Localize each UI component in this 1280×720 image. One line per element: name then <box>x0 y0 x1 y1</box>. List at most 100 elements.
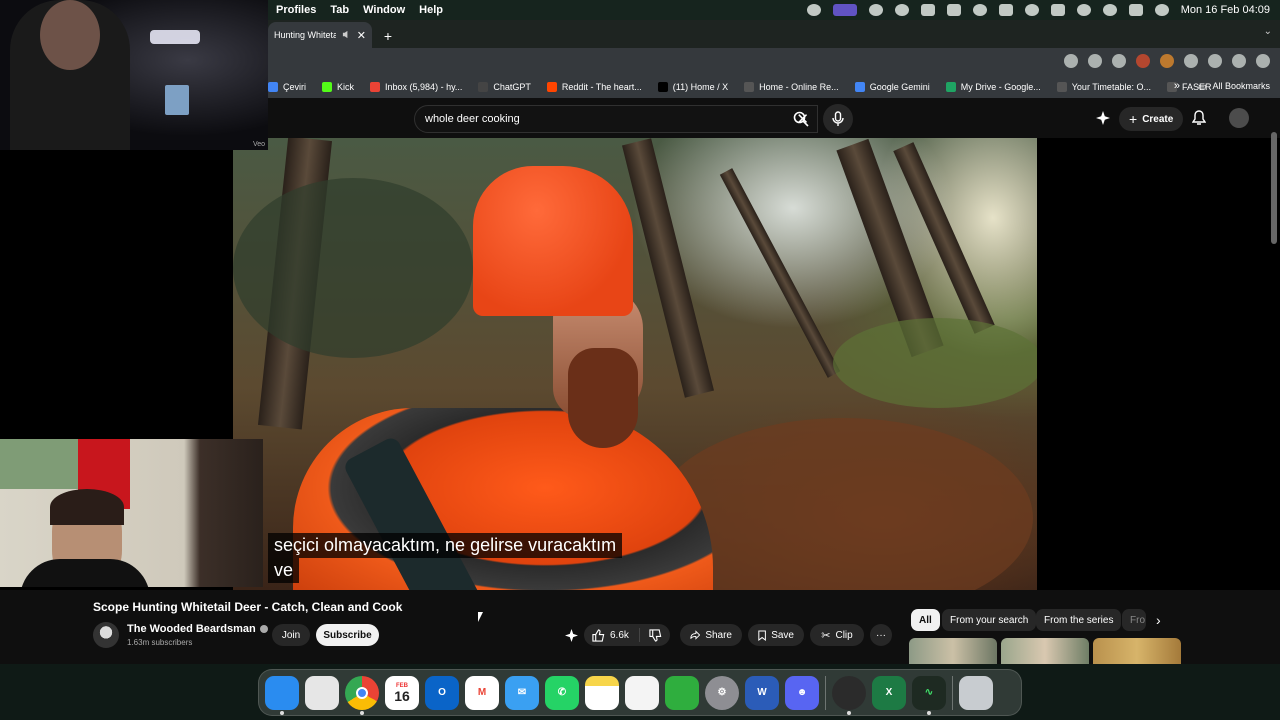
dock-excel-icon[interactable]: X <box>872 675 906 710</box>
tab-search-icon[interactable]: ⌄ <box>1264 26 1272 37</box>
menu-help[interactable]: Help <box>419 4 443 16</box>
ai-sparkle-icon[interactable] <box>1096 111 1110 130</box>
extension-icon[interactable] <box>1112 54 1126 68</box>
account-avatar[interactable] <box>1229 108 1249 128</box>
dock-finder-icon[interactable] <box>265 675 299 715</box>
dock-discord-icon[interactable]: ☻ <box>785 675 819 710</box>
battery-icon[interactable] <box>1050 4 1065 16</box>
join-button[interactable]: Join <box>272 624 310 646</box>
bookmark-star-icon[interactable] <box>1088 54 1102 68</box>
close-tab-icon[interactable]: ✕ <box>357 29 366 42</box>
bookmark-timetable[interactable]: Your Timetable: O... <box>1056 82 1151 92</box>
dock-reminders-icon[interactable] <box>625 675 659 710</box>
dock-launchpad-icon[interactable] <box>305 675 339 710</box>
display-tray-icon[interactable] <box>946 4 961 16</box>
page-scrollbar[interactable] <box>1271 132 1277 244</box>
bookmark-chatgpt[interactable]: ChatGPT <box>478 82 531 92</box>
screen-record-tray-icon[interactable] <box>832 4 857 16</box>
bookmark-kick[interactable]: Kick <box>322 82 354 92</box>
dock-calendar-icon[interactable]: FEB 16 <box>385 675 419 710</box>
extension-red-icon[interactable] <box>1136 54 1150 68</box>
verified-check-icon <box>259 625 268 633</box>
dock-whatsapp-icon[interactable]: ✆ <box>545 675 579 710</box>
all-bookmarks-button[interactable]: ▭ All Bookmarks <box>1198 81 1270 92</box>
webcam-flag-green <box>0 439 78 489</box>
dot-tray-icon[interactable] <box>868 4 883 16</box>
bookmark-online-re[interactable]: Home - Online Re... <box>744 82 839 92</box>
new-tab-button[interactable]: + <box>376 24 400 48</box>
chip-from-channel[interactable]: Fro <box>1122 609 1146 631</box>
dock-trash-icon[interactable] <box>959 675 993 710</box>
dock-word-icon[interactable]: W <box>745 675 779 710</box>
related-video-thumbnail[interactable] <box>909 638 997 664</box>
media-control-icon[interactable] <box>1208 54 1222 68</box>
dock-chrome-icon[interactable] <box>345 675 379 715</box>
dock-obs-icon[interactable] <box>832 675 866 715</box>
notifications-bell-icon[interactable] <box>1191 110 1207 131</box>
chip-from-the-series[interactable]: From the series <box>1036 609 1122 631</box>
subscribe-button[interactable]: Subscribe <box>316 624 379 646</box>
chatgpt-tray-icon[interactable] <box>806 4 821 16</box>
dock-numbers-icon[interactable] <box>665 675 699 710</box>
profile-icon[interactable] <box>1232 54 1246 68</box>
chip-all[interactable]: All <box>911 609 940 631</box>
bookmark-label: Kick <box>337 82 355 92</box>
related-video-thumbnail[interactable] <box>1093 638 1181 664</box>
bookmark-favicon <box>268 82 278 92</box>
channel-name[interactable]: The Wooded Beardsman <box>127 623 268 635</box>
channel-avatar[interactable] <box>93 622 119 648</box>
save-button[interactable]: Save <box>748 624 804 646</box>
bookmark-x-home[interactable]: (11) Home / X <box>657 82 728 92</box>
dock-gmail-icon[interactable]: M <box>465 675 499 710</box>
bookmark-google-gemini[interactable]: Google Gemini <box>854 82 930 92</box>
bookmark-reddit[interactable]: Reddit - The heart... <box>546 82 642 92</box>
more-bookmarks-button[interactable]: » <box>1174 80 1180 92</box>
install-app-icon[interactable] <box>1064 54 1078 68</box>
extension-orange-icon[interactable] <box>1160 54 1174 68</box>
video-player[interactable] <box>233 138 1037 590</box>
dock-activity-monitor-icon[interactable]: ∿ <box>912 675 946 715</box>
bookmark-ceviri[interactable]: Çeviri <box>268 82 306 92</box>
dislike-button[interactable] <box>640 628 670 642</box>
share-label: Share <box>705 629 732 641</box>
menu-profiles[interactable]: Profiles <box>276 4 316 16</box>
search-button[interactable] <box>776 105 826 133</box>
browser-tab-active[interactable]: Hunting Whitetail D ✕ <box>268 22 372 48</box>
pen-tray-icon[interactable] <box>920 4 935 16</box>
chevron-right-icon[interactable]: › <box>1156 612 1161 628</box>
menu-window[interactable]: Window <box>363 4 405 16</box>
bookmark-favicon <box>945 82 956 92</box>
play-tray-icon[interactable] <box>972 4 987 16</box>
chip-from-your-search[interactable]: From your search <box>942 609 1037 631</box>
bookmark-gmail-inbox[interactable]: Inbox (5,984) - hy... <box>370 82 462 92</box>
chrome-menu-icon[interactable] <box>1256 54 1270 68</box>
webcam-watermark: Veo <box>253 141 266 148</box>
bookmark-my-drive[interactable]: My Drive - Google... <box>945 82 1041 92</box>
ask-ai-button[interactable] <box>560 624 582 646</box>
related-video-thumbnail[interactable] <box>1001 638 1089 664</box>
wifi-icon[interactable] <box>1076 4 1091 16</box>
like-button[interactable]: 6.6k <box>584 628 640 642</box>
more-actions-button[interactable]: ··· <box>870 624 892 646</box>
voice-search-button[interactable] <box>823 104 853 134</box>
create-button[interactable]: + Create <box>1119 107 1184 131</box>
menu-bar-clock[interactable]: Mon 16 Feb 04:09 <box>1181 4 1270 16</box>
spotify-tray-icon[interactable] <box>894 4 909 16</box>
extensions-puzzle-icon[interactable] <box>1184 54 1198 68</box>
dock-outlook-icon[interactable]: O <box>425 675 459 710</box>
bookmarks-bar: Çeviri Kick Inbox (5,984) - hy... ChatGP… <box>268 76 1280 98</box>
dock-mail-icon[interactable]: ✉ <box>505 675 539 710</box>
search-input[interactable]: whole deer cooking ✕ <box>414 105 818 133</box>
menu-tab[interactable]: Tab <box>330 4 349 16</box>
car-tray-icon[interactable] <box>998 4 1013 16</box>
dock-system-settings-icon[interactable]: ⚙ <box>705 675 739 710</box>
spotlight-search-icon[interactable] <box>1102 4 1117 16</box>
headphones-tray-icon[interactable] <box>1024 4 1039 16</box>
share-button[interactable]: Share <box>680 624 742 646</box>
dock-notes-icon[interactable] <box>585 675 619 710</box>
siri-icon[interactable] <box>1154 4 1169 16</box>
control-center-icon[interactable] <box>1128 4 1143 16</box>
bookmark-favicon <box>370 82 381 92</box>
speaker-icon[interactable] <box>342 30 351 41</box>
clip-button[interactable]: ✂ Clip <box>810 624 864 646</box>
